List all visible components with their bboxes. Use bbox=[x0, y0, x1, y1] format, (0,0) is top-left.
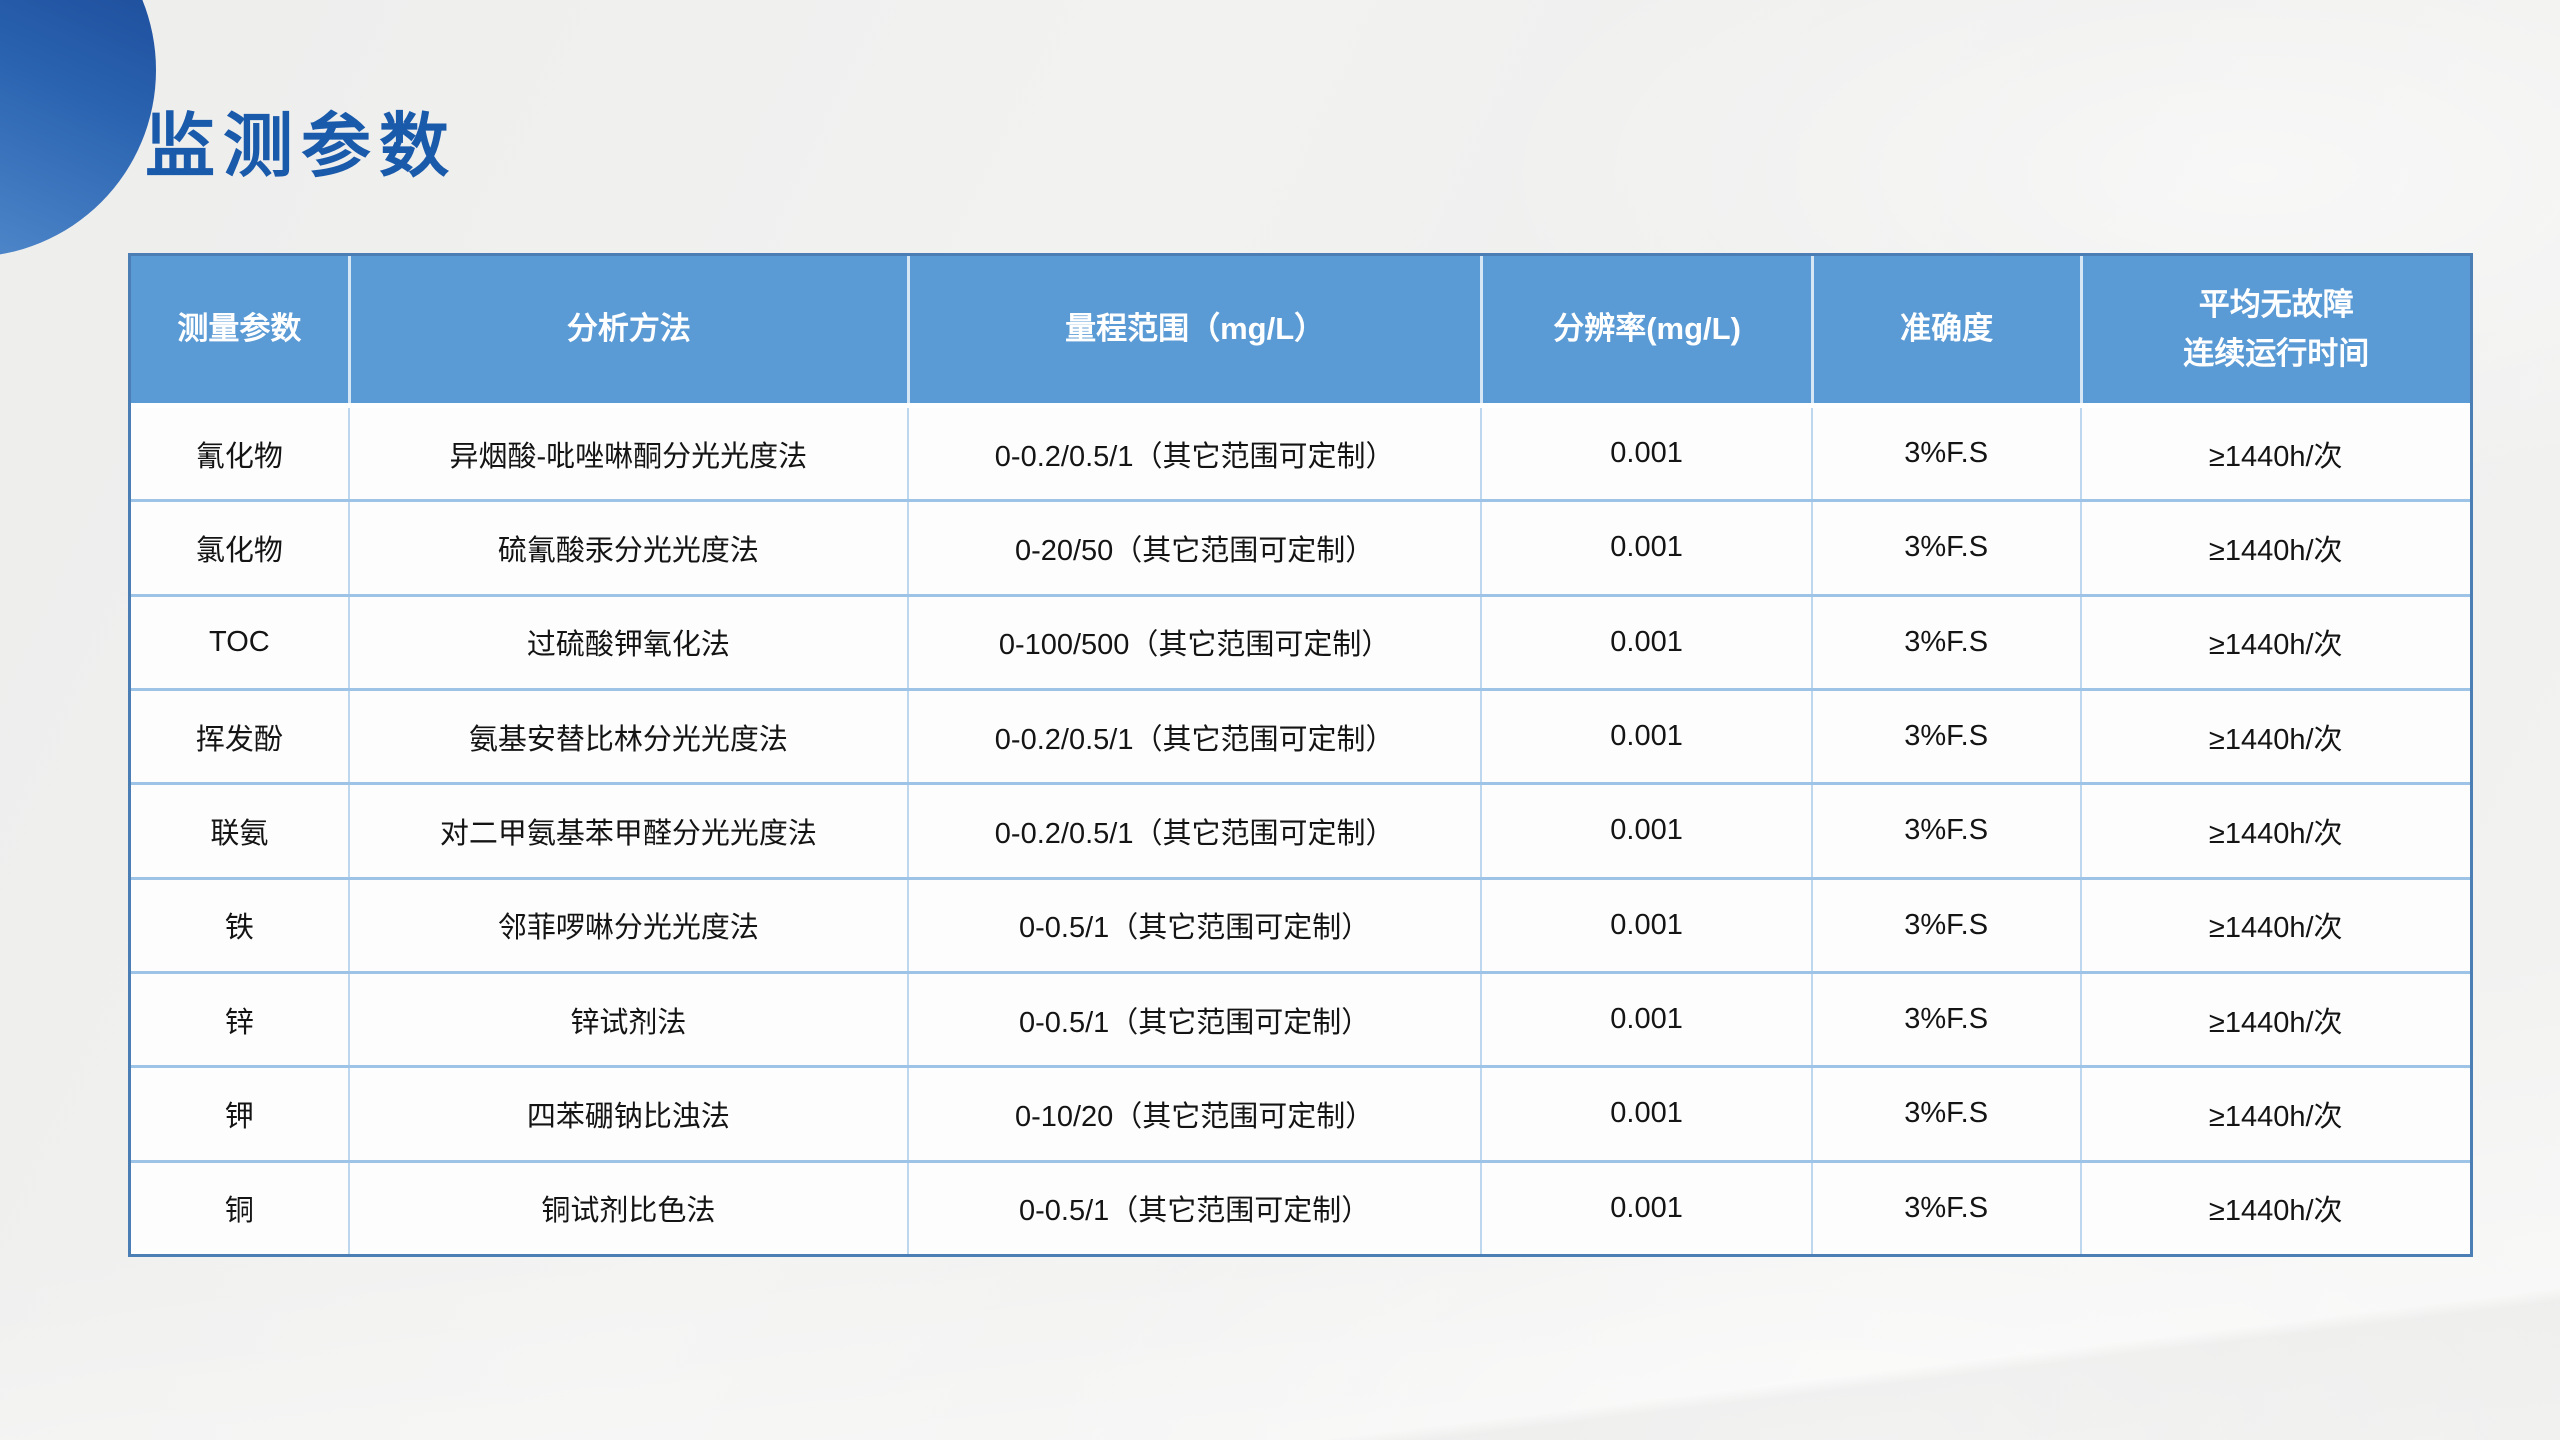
cell-param: 联氨 bbox=[131, 785, 348, 876]
cell-param: TOC bbox=[131, 597, 348, 688]
cell-mtbf: ≥1440h/次 bbox=[2080, 408, 2470, 499]
cell-accuracy: 3%F.S bbox=[1811, 597, 2080, 688]
cell-mtbf: ≥1440h/次 bbox=[2080, 785, 2470, 876]
table-row: 铜铜试剂比色法0-0.5/1（其它范围可定制）0.0013%F.S≥1440h/… bbox=[131, 1160, 2470, 1254]
cell-mtbf: ≥1440h/次 bbox=[2080, 691, 2470, 782]
cell-method: 锌试剂法 bbox=[348, 974, 907, 1065]
cell-resolution: 0.001 bbox=[1480, 880, 1811, 971]
cell-accuracy: 3%F.S bbox=[1811, 502, 2080, 593]
cell-range: 0-0.5/1（其它范围可定制） bbox=[907, 974, 1480, 1065]
table-header-row: 测量参数 分析方法 量程范围（mg/L） 分辨率(mg/L) 准确度 平均无故障… bbox=[131, 256, 2470, 403]
cell-mtbf: ≥1440h/次 bbox=[2080, 1163, 2470, 1254]
table-row: 联氨对二甲氨基苯甲醛分光光度法0-0.2/0.5/1（其它范围可定制）0.001… bbox=[131, 782, 2470, 876]
cell-method: 铜试剂比色法 bbox=[348, 1163, 907, 1254]
cell-resolution: 0.001 bbox=[1480, 597, 1811, 688]
table-row: 钾四苯硼钠比浊法0-10/20（其它范围可定制）0.0013%F.S≥1440h… bbox=[131, 1065, 2470, 1159]
column-header-label-line2: 连续运行时间 bbox=[2183, 330, 2369, 378]
cell-accuracy: 3%F.S bbox=[1811, 691, 2080, 782]
cell-range: 0-0.2/0.5/1（其它范围可定制） bbox=[907, 691, 1480, 782]
cell-resolution: 0.001 bbox=[1480, 1068, 1811, 1159]
table-row: 挥发酚氨基安替比林分光光度法0-0.2/0.5/1（其它范围可定制）0.0013… bbox=[131, 688, 2470, 782]
cell-mtbf: ≥1440h/次 bbox=[2080, 880, 2470, 971]
cell-method: 氨基安替比林分光光度法 bbox=[348, 691, 907, 782]
cell-param: 铜 bbox=[131, 1163, 348, 1254]
cell-mtbf: ≥1440h/次 bbox=[2080, 974, 2470, 1065]
parameters-table: 测量参数 分析方法 量程范围（mg/L） 分辨率(mg/L) 准确度 平均无故障… bbox=[128, 253, 2473, 1257]
cell-param: 铁 bbox=[131, 880, 348, 971]
column-header-label-line1: 平均无故障 bbox=[2199, 281, 2354, 329]
cell-range: 0-0.2/0.5/1（其它范围可定制） bbox=[907, 408, 1480, 499]
cell-resolution: 0.001 bbox=[1480, 785, 1811, 876]
column-header-mtbf: 平均无故障 连续运行时间 bbox=[2080, 256, 2470, 403]
table-row: 铁邻菲啰啉分光光度法0-0.5/1（其它范围可定制）0.0013%F.S≥144… bbox=[131, 877, 2470, 971]
table-row: 氰化物异烟酸-吡唑啉酮分光光度法0-0.2/0.5/1（其它范围可定制）0.00… bbox=[131, 408, 2470, 499]
cell-param: 钾 bbox=[131, 1068, 348, 1159]
cell-range: 0-0.5/1（其它范围可定制） bbox=[907, 1163, 1480, 1254]
cell-method: 对二甲氨基苯甲醛分光光度法 bbox=[348, 785, 907, 876]
cell-resolution: 0.001 bbox=[1480, 974, 1811, 1065]
table-row: 锌锌试剂法0-0.5/1（其它范围可定制）0.0013%F.S≥1440h/次 bbox=[131, 971, 2470, 1065]
column-header-accuracy: 准确度 bbox=[1811, 256, 2080, 403]
column-header-label: 测量参数 bbox=[177, 305, 301, 353]
cell-mtbf: ≥1440h/次 bbox=[2080, 597, 2470, 688]
column-header-resolution: 分辨率(mg/L) bbox=[1480, 256, 1811, 403]
cell-range: 0-20/50（其它范围可定制） bbox=[907, 502, 1480, 593]
cell-range: 0-0.5/1（其它范围可定制） bbox=[907, 880, 1480, 971]
column-header-label: 量程范围（mg/L） bbox=[1065, 305, 1325, 353]
cell-accuracy: 3%F.S bbox=[1811, 785, 2080, 876]
cell-param: 氯化物 bbox=[131, 502, 348, 593]
column-header-label: 分辨率(mg/L) bbox=[1553, 305, 1741, 353]
cell-param: 氰化物 bbox=[131, 408, 348, 499]
page-title: 监测参数 bbox=[145, 90, 457, 191]
cell-range: 0-100/500（其它范围可定制） bbox=[907, 597, 1480, 688]
table-row: TOC过硫酸钾氧化法0-100/500（其它范围可定制）0.0013%F.S≥1… bbox=[131, 594, 2470, 688]
cell-range: 0-0.2/0.5/1（其它范围可定制） bbox=[907, 785, 1480, 876]
cell-resolution: 0.001 bbox=[1480, 502, 1811, 593]
column-header-method: 分析方法 bbox=[348, 256, 907, 403]
cell-accuracy: 3%F.S bbox=[1811, 1068, 2080, 1159]
cell-range: 0-10/20（其它范围可定制） bbox=[907, 1068, 1480, 1159]
column-header-label: 准确度 bbox=[1900, 305, 1993, 353]
cell-method: 四苯硼钠比浊法 bbox=[348, 1068, 907, 1159]
cell-method: 异烟酸-吡唑啉酮分光光度法 bbox=[348, 408, 907, 499]
cell-accuracy: 3%F.S bbox=[1811, 974, 2080, 1065]
cell-method: 过硫酸钾氧化法 bbox=[348, 597, 907, 688]
column-header-label: 分析方法 bbox=[567, 305, 691, 353]
column-header-param: 测量参数 bbox=[131, 256, 348, 403]
cell-mtbf: ≥1440h/次 bbox=[2080, 1068, 2470, 1159]
cell-method: 硫氰酸汞分光光度法 bbox=[348, 502, 907, 593]
table-body: 氰化物异烟酸-吡唑啉酮分光光度法0-0.2/0.5/1（其它范围可定制）0.00… bbox=[131, 403, 2470, 1254]
cell-mtbf: ≥1440h/次 bbox=[2080, 502, 2470, 593]
slide: 监测参数 测量参数 分析方法 量程范围（mg/L） 分辨率(mg/L) 准确度 … bbox=[0, 0, 2560, 1440]
cell-method: 邻菲啰啉分光光度法 bbox=[348, 880, 907, 971]
cell-accuracy: 3%F.S bbox=[1811, 880, 2080, 971]
cell-resolution: 0.001 bbox=[1480, 1163, 1811, 1254]
table-row: 氯化物硫氰酸汞分光光度法0-20/50（其它范围可定制）0.0013%F.S≥1… bbox=[131, 499, 2470, 593]
cell-resolution: 0.001 bbox=[1480, 691, 1811, 782]
column-header-range: 量程范围（mg/L） bbox=[907, 256, 1480, 403]
cell-accuracy: 3%F.S bbox=[1811, 1163, 2080, 1254]
cell-param: 锌 bbox=[131, 974, 348, 1065]
cell-resolution: 0.001 bbox=[1480, 408, 1811, 499]
cell-accuracy: 3%F.S bbox=[1811, 408, 2080, 499]
cell-param: 挥发酚 bbox=[131, 691, 348, 782]
